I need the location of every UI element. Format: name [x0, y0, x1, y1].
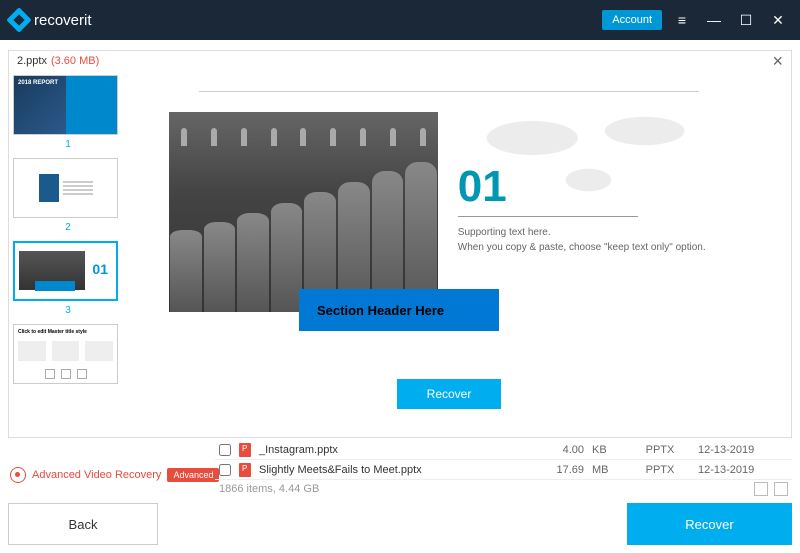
preview-panel: 2.pptx (3.60 MB) × 2018 REPORT 1 2 01 3 … — [8, 50, 792, 438]
thumb1-label: 2018 REPORT — [18, 80, 58, 86]
titlebar: recoverit Account ≡ — ☐ ✕ — [0, 0, 800, 40]
close-icon[interactable]: ✕ — [766, 8, 790, 32]
account-button[interactable]: Account — [602, 10, 662, 30]
file-name: _Instagram.pptx — [259, 444, 516, 456]
file-name: Slightly Meets&Fails to Meet.pptx — [259, 464, 516, 476]
file-size: 4.00 — [524, 444, 584, 456]
support-text-2: When you copy & paste, choose "keep text… — [458, 240, 729, 255]
slide-image — [169, 112, 438, 312]
section-header-bar: Section Header Here — [299, 289, 499, 331]
close-preview-icon[interactable]: × — [772, 51, 783, 72]
file-checkbox[interactable] — [219, 444, 231, 456]
list-view-icon[interactable] — [774, 482, 788, 496]
world-map-bg — [448, 82, 729, 222]
slide-canvas: 01 Supporting text here. When you copy &… — [169, 81, 729, 361]
file-date: 12-13-2019 — [698, 444, 788, 456]
preview-filename: 2.pptx — [17, 55, 47, 67]
advanced-video-recovery[interactable]: Advanced Video Recovery Advanced — [10, 467, 219, 483]
thumb-number-2: 2 — [13, 222, 123, 233]
slide-thumbnail-3[interactable]: 01 — [13, 241, 118, 301]
slide-viewer: 01 Supporting text here. When you copy &… — [127, 71, 791, 437]
app-logo: recoverit — [10, 11, 92, 29]
maximize-icon[interactable]: ☐ — [734, 8, 758, 32]
preview-header: 2.pptx (3.60 MB) × — [9, 51, 791, 71]
slide-thumbnail-4[interactable]: Click to edit Master title style — [13, 324, 118, 384]
support-text-1: Supporting text here. — [458, 225, 729, 240]
thumbnail-strip: 2018 REPORT 1 2 01 3 Click to edit Maste… — [9, 71, 127, 437]
file-list: _Instagram.pptx 4.00 KB PPTX 12-13-2019 … — [215, 440, 792, 495]
file-type: PPTX — [630, 464, 690, 476]
file-size: 17.69 — [524, 464, 584, 476]
file-unit: KB — [592, 444, 622, 456]
slide-thumbnail-2[interactable] — [13, 158, 118, 218]
file-checkbox[interactable] — [219, 464, 231, 476]
thumb-number-3: 3 — [13, 305, 123, 316]
file-type: PPTX — [630, 444, 690, 456]
thumb4-title: Click to edit Master title style — [18, 329, 113, 335]
thumb-number-1: 1 — [13, 139, 123, 150]
advanced-label: Advanced Video Recovery — [32, 469, 161, 481]
footer-bar: Back Recover — [8, 503, 792, 545]
file-date: 12-13-2019 — [698, 464, 788, 476]
logo-icon — [6, 7, 31, 32]
recovery-icon — [10, 467, 26, 483]
recover-button[interactable]: Recover — [627, 503, 792, 545]
menu-icon[interactable]: ≡ — [670, 8, 694, 32]
file-unit: MB — [592, 464, 622, 476]
preview-filesize: (3.60 MB) — [51, 55, 99, 67]
grid-view-icon[interactable] — [754, 482, 768, 496]
totals-text: 1866 items, 4.44 GB — [219, 483, 319, 495]
app-name: recoverit — [34, 12, 92, 29]
totals-row: 1866 items, 4.44 GB — [215, 480, 792, 498]
file-row[interactable]: Slightly Meets&Fails to Meet.pptx 17.69 … — [215, 460, 792, 480]
pptx-icon — [239, 463, 251, 477]
recover-preview-button[interactable]: Recover — [397, 379, 502, 409]
pptx-icon — [239, 443, 251, 457]
minimize-icon[interactable]: — — [702, 8, 726, 32]
advanced-badge: Advanced — [167, 468, 219, 482]
back-button[interactable]: Back — [8, 503, 158, 545]
file-row[interactable]: _Instagram.pptx 4.00 KB PPTX 12-13-2019 — [215, 440, 792, 460]
slide-thumbnail-1[interactable]: 2018 REPORT — [13, 75, 118, 135]
